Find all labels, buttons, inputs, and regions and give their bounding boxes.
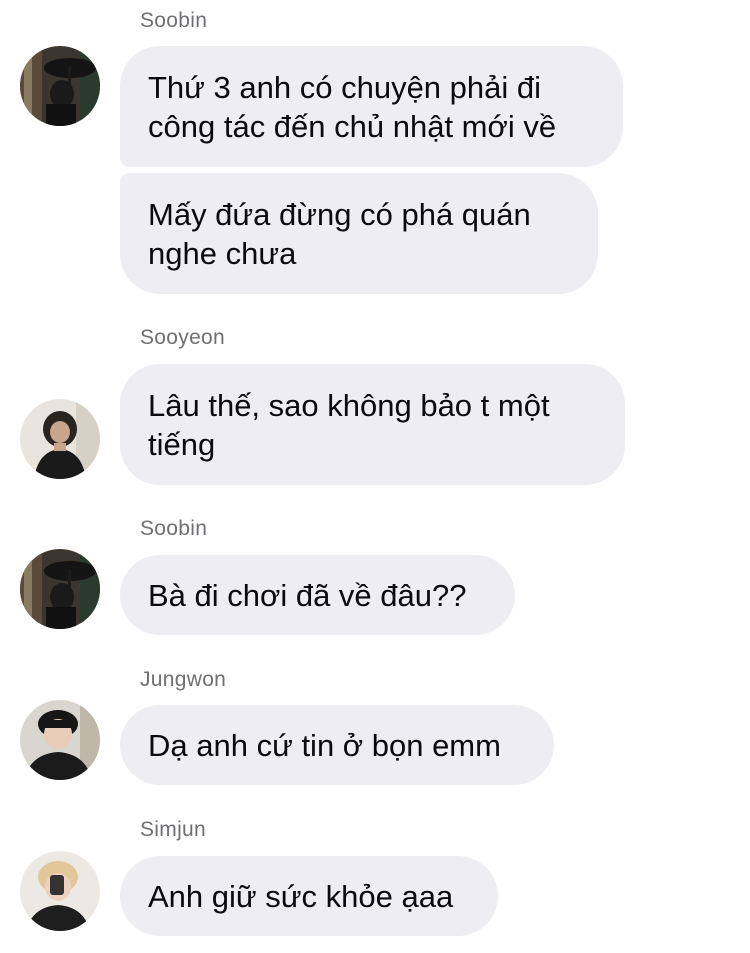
message-bubble[interactable]: Mấy đứa đừng có phá quán nghe chưa <box>120 173 598 294</box>
sender-name: Soobin <box>140 517 208 540</box>
message-bubble[interactable]: Anh giữ sức khỏe ạaa <box>120 856 498 936</box>
sender-name: Sooyeon <box>140 326 226 349</box>
message-bubble[interactable]: Bà đi chơi đã về đâu?? <box>120 555 515 635</box>
sender-name: Simjun <box>140 818 206 841</box>
message-bubble[interactable]: Dạ anh cứ tin ở bọn emm <box>120 705 554 785</box>
avatar-simjun-icon[interactable] <box>20 851 100 931</box>
avatar-soobin-icon[interactable] <box>20 549 100 629</box>
avatar-jungwon-icon[interactable] <box>20 700 100 780</box>
message-bubble[interactable]: Thứ 3 anh có chuyện phải đi công tác đến… <box>120 46 623 167</box>
message-bubble[interactable]: Lâu thế, sao không bảo t một tiếng <box>120 364 625 485</box>
sender-name: Soobin <box>140 9 208 32</box>
avatar-soobin-icon[interactable] <box>20 46 100 126</box>
avatar-sooyeon-icon[interactable] <box>20 399 100 479</box>
sender-name: Jungwon <box>140 668 227 691</box>
